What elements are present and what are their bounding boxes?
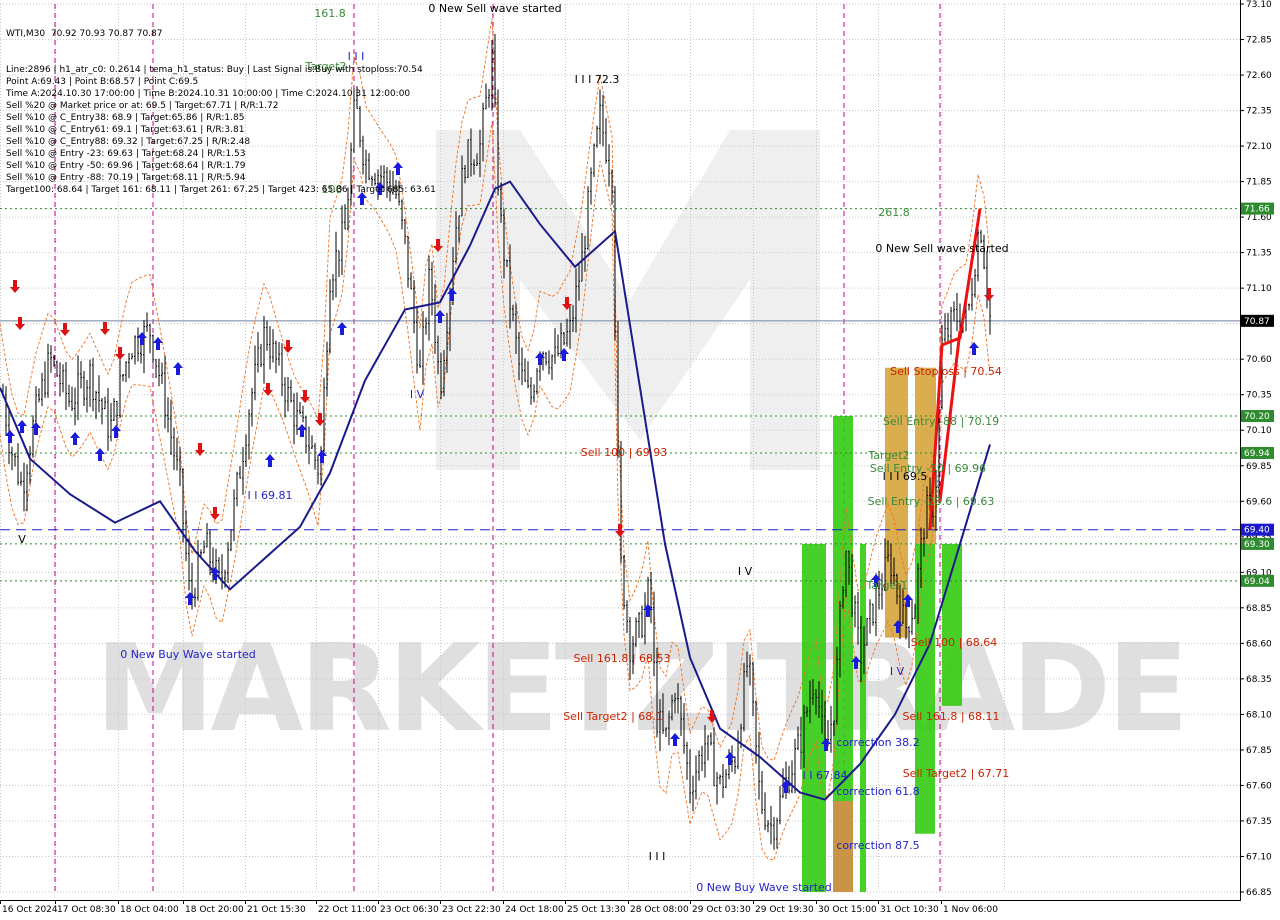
info-line: Sell %10 @ C_Entry61: 69.1 | Target:63.6…: [6, 125, 245, 135]
y-tick-label: 67.60: [1246, 781, 1272, 791]
x-tick-label: 18 Oct 04:00: [120, 905, 179, 915]
info-line: Sell %10 @ Entry -23: 69.63 | Target:68.…: [6, 149, 246, 159]
x-tick-label: 22 Oct 11:00: [318, 905, 377, 915]
annotation: correction 87.5: [836, 839, 919, 852]
x-tick-label: 1 Nov 06:00: [943, 905, 998, 915]
annotation: Target1: [865, 579, 907, 592]
y-tick-label: 72.85: [1246, 36, 1272, 46]
x-tick-label: 16 Oct 2024: [2, 905, 58, 915]
y-tick-label: 69.85: [1246, 462, 1272, 472]
x-tick-label: 23 Oct 22:30: [442, 905, 501, 915]
y-tick-label: 68.35: [1246, 675, 1272, 685]
x-tick-label: 18 Oct 20:00: [185, 905, 244, 915]
info-line: Sell %10 @ C_Entry88: 69.32 | Target:67.…: [6, 137, 251, 147]
annotation: I I I 72.3: [575, 73, 620, 86]
y-tick-label: 71.10: [1246, 284, 1272, 294]
y-tick-label: 72.35: [1246, 107, 1272, 117]
annotation: Sell 161.8 | 68.11: [902, 710, 999, 723]
annotation: correction 61.8: [836, 785, 919, 798]
annotation: Sell 100 | 68.64: [911, 636, 998, 649]
y-tick-label: 71.85: [1246, 178, 1272, 188]
x-tick-label: 29 Oct 03:30: [692, 905, 751, 915]
y-tick-label: 72.10: [1246, 142, 1272, 152]
watermark-text: MARKETZITRADE: [95, 620, 1185, 759]
annotation: 0 New Buy Wave started: [120, 648, 256, 661]
annotation: 0 New Sell wave started: [428, 2, 561, 15]
info-line: Sell %10 @ C_Entry38: 68.9 | Target:65.8…: [6, 113, 245, 123]
info-line: Line:2896 | h1_atr_c0: 0.2614 | tema_h1_…: [6, 65, 423, 75]
annotation: I V: [410, 388, 425, 401]
annotation: correction 38.2: [836, 736, 919, 749]
x-tick-label: 24 Oct 18:00: [505, 905, 564, 915]
y-tick-label: 67.10: [1246, 852, 1272, 862]
level-label: 70.87: [1244, 317, 1270, 327]
level-label: 69.40: [1244, 526, 1270, 536]
y-tick-label: 67.35: [1246, 817, 1272, 827]
y-tick-label: 68.60: [1246, 639, 1272, 649]
annotation: I I I: [649, 850, 666, 863]
info-line: Target100: 68.64 | Target 161: 68.11 | T…: [6, 185, 436, 195]
annotation: I I I 69.5: [883, 470, 928, 483]
info-line: Sell %20 @ Market price or at: 69.5 | Ta…: [6, 101, 279, 111]
x-tick-label: 25 Oct 13:30: [567, 905, 626, 915]
annotation: I I 67.84: [803, 769, 848, 782]
level-label: 69.94: [1244, 449, 1270, 459]
info-line: Sell %10 @ Entry -88: 70.19 | Target:68.…: [6, 173, 246, 183]
annotation: Sell Stoploss | 70.54: [890, 365, 1002, 378]
info-line: Sell %10 @ Entry -50: 69.96 | Target:68.…: [6, 161, 246, 171]
y-tick-label: 69.60: [1246, 497, 1272, 507]
annotation: Target2: [867, 449, 909, 462]
annotation: 261.8: [878, 206, 910, 219]
annotation: 0 New Sell wave started: [875, 242, 1008, 255]
y-tick-label: 73.10: [1246, 0, 1272, 10]
x-tick-label: 28 Oct 08:00: [630, 905, 689, 915]
y-tick-label: 67.85: [1246, 746, 1272, 756]
level-label: 69.04: [1244, 577, 1270, 587]
x-tick-label: 17 Oct 08:30: [57, 905, 116, 915]
x-tick-label: 29 Oct 19:30: [755, 905, 814, 915]
symbol-header: WTI,M30 70.92 70.93 70.87 70.87: [6, 29, 163, 39]
info-line: Time A:2024.10.30 17:00:00 | Time B:2024…: [6, 89, 411, 99]
level-label: 69.30: [1244, 540, 1270, 550]
annotation: 0 New Buy Wave started: [696, 881, 832, 894]
level-label: 70.20: [1244, 412, 1270, 422]
y-tick-label: 70.35: [1246, 391, 1272, 401]
info-panel: WTI,M30 70.92 70.93 70.87 70.87 Line:289…: [6, 4, 436, 195]
info-line: Point A:69.43 | Point B:68.57 | Point C:…: [6, 77, 199, 87]
x-tick-label: 23 Oct 06:30: [380, 905, 439, 915]
annotation: I V: [738, 565, 753, 578]
annotation: Sell Target2 | 67.71: [903, 767, 1010, 780]
annotation: V: [18, 533, 26, 546]
info-lines: Line:2896 | h1_atr_c0: 0.2614 | tema_h1_…: [6, 64, 436, 195]
annotation: Sell Target2 | 68.1: [563, 710, 663, 723]
level-label: 71.66: [1244, 205, 1270, 215]
y-tick-label: 72.60: [1246, 71, 1272, 81]
y-tick-label: 68.10: [1246, 710, 1272, 720]
y-tick-label: 68.85: [1246, 604, 1272, 614]
y-tick-label: 71.35: [1246, 249, 1272, 259]
y-tick-label: 70.10: [1246, 426, 1272, 436]
x-tick-label: 31 Oct 10:30: [880, 905, 939, 915]
annotation: Sell Entry -23.6 | 69.63: [868, 495, 995, 508]
annotation: I I 69.81: [248, 489, 293, 502]
annotation: I V: [890, 665, 905, 678]
y-tick-label: 66.85: [1246, 888, 1272, 898]
x-tick-label: 21 Oct 15:30: [247, 905, 306, 915]
y-tick-label: 70.60: [1246, 355, 1272, 365]
annotation: Sell Entry -88 | 70.19: [883, 415, 999, 428]
y-tick-label: 71.60: [1246, 213, 1272, 223]
x-tick-label: 30 Oct 15:00: [818, 905, 877, 915]
annotation: Sell 100 | 69.93: [581, 446, 668, 459]
annotation: Sell 161.8 | 68.53: [573, 652, 670, 665]
